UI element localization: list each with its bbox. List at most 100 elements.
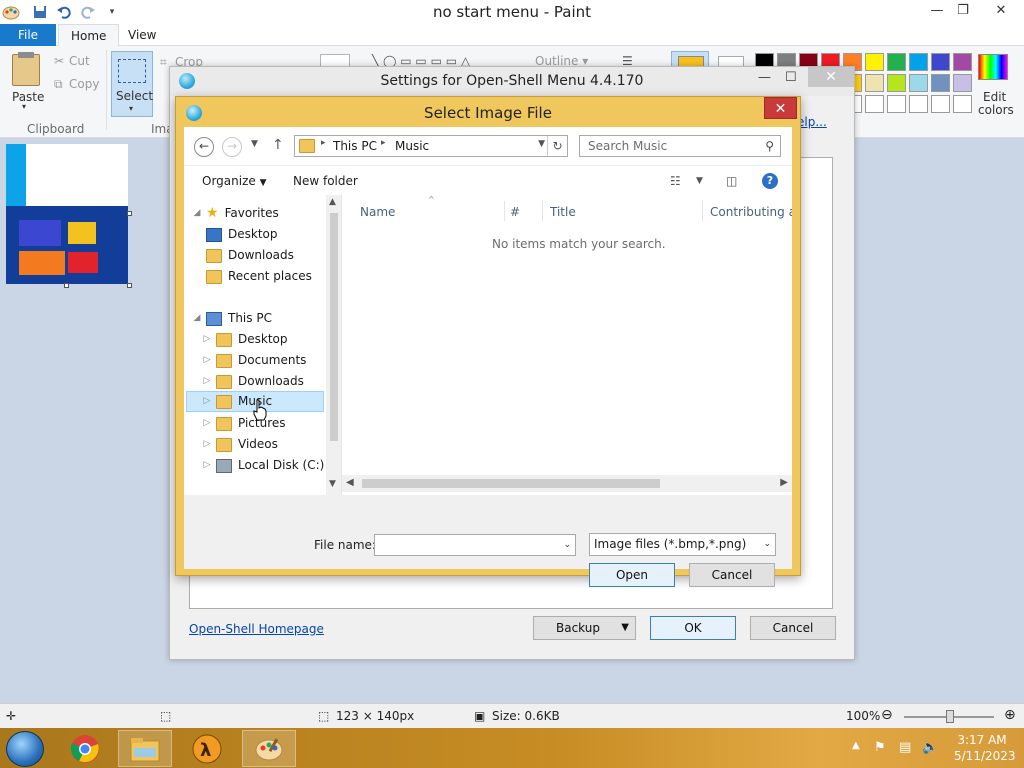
zoom-out-icon[interactable]: ⊖ (881, 707, 893, 723)
paste-button[interactable]: Paste (12, 90, 44, 104)
file-type-dropdown-icon[interactable]: ⌄ (763, 534, 771, 555)
action-center-flag-icon[interactable]: ⚑ (874, 740, 886, 755)
color-swatch[interactable] (909, 53, 928, 71)
up-arrow-icon[interactable]: ↑ (272, 137, 284, 153)
file-list-scrollbar[interactable]: ◀ ▶ (342, 475, 792, 492)
edit-colors-label-line2[interactable]: colors (978, 103, 1014, 117)
color-swatch[interactable] (865, 74, 884, 92)
column-contributing-artists[interactable]: Contributing art (710, 205, 792, 219)
color-swatch[interactable] (887, 53, 906, 71)
color-swatch[interactable] (953, 74, 972, 92)
cut-button[interactable]: Cut (69, 54, 90, 68)
settings-maximize-button[interactable]: ☐ (785, 70, 797, 85)
expand-chevron-icon[interactable]: ▷ (202, 413, 212, 434)
chrome-taskbar-icon[interactable] (58, 730, 112, 767)
color-swatch[interactable] (953, 53, 972, 71)
restore-button[interactable]: ❐ (946, 0, 980, 22)
preview-pane-icon[interactable]: ◫ (726, 174, 737, 188)
expand-chevron-icon[interactable]: ▷ (202, 329, 212, 350)
tree-favorites[interactable]: ◢ ★ Favorites (192, 203, 279, 224)
expand-chevron-icon[interactable]: ▷ (202, 434, 212, 455)
cut-icon[interactable]: ✂ (54, 54, 64, 68)
color-swatch[interactable] (931, 74, 950, 92)
tree-pc-documents[interactable]: ▷ Documents (202, 350, 306, 371)
dialog-close-button[interactable]: ✕ (764, 97, 797, 119)
refresh-icon[interactable]: ↻ (547, 136, 567, 156)
expand-chevron-icon[interactable]: ▷ (202, 371, 212, 392)
address-bar[interactable]: ▸ This PC ▸ Music ▼ ↻ (294, 135, 568, 157)
tree-fav-desktop[interactable]: Desktop (206, 224, 278, 245)
organize-menu[interactable]: Organize ▼ (202, 174, 267, 188)
tab-home[interactable]: Home (58, 24, 120, 47)
color-swatch[interactable] (931, 53, 950, 71)
network-icon[interactable]: ▤ (899, 740, 911, 755)
search-icon[interactable]: ⚲ (765, 136, 774, 156)
resize-handle-bottom[interactable] (64, 283, 69, 288)
edit-colors-label-line1[interactable]: Edit (983, 90, 1006, 104)
tree-pc-desktop[interactable]: ▷ Desktop (202, 329, 288, 350)
tree-this-pc[interactable]: ◢ This PC (192, 308, 272, 329)
scroll-right-icon[interactable]: ▶ (780, 477, 788, 488)
taskbar-clock[interactable]: 3:17 AM 5/11/2023 (954, 732, 1016, 764)
expand-chevron-icon[interactable]: ▷ (202, 391, 212, 412)
color-swatch[interactable] (909, 95, 928, 113)
zoom-slider-thumb[interactable] (946, 710, 954, 723)
backup-button[interactable]: Backup ▼ (533, 616, 636, 640)
column-number[interactable]: # (510, 205, 520, 219)
help-link[interactable]: elp... (797, 115, 827, 129)
tree-fav-recent-places[interactable]: Recent places (206, 266, 312, 287)
file-explorer-taskbar-icon[interactable] (118, 730, 172, 767)
settings-cancel-button[interactable]: Cancel (750, 616, 836, 640)
show-hidden-icons[interactable]: ▲ (852, 740, 860, 751)
file-menu[interactable]: File (0, 24, 56, 46)
dialog-cancel-button[interactable]: Cancel (689, 563, 775, 587)
open-shell-homepage-link[interactable]: Open-Shell Homepage (189, 622, 324, 636)
close-button[interactable]: ✕ (984, 0, 1018, 22)
column-divider[interactable] (702, 201, 703, 221)
file-list-scroll-thumb[interactable] (362, 479, 660, 488)
file-list-pane[interactable]: ^ Name # Title Contributing art No items… (342, 195, 792, 495)
scroll-down-icon[interactable]: ▼ (329, 479, 336, 489)
settings-close-button[interactable]: ✕ (808, 67, 854, 87)
new-folder-button[interactable]: New folder (293, 174, 358, 188)
breadcrumb-this-pc[interactable]: This PC (333, 139, 377, 153)
tree-pc-videos[interactable]: ▷ Videos (202, 434, 278, 455)
scroll-left-icon[interactable]: ◀ (346, 477, 354, 488)
half-life-taskbar-icon[interactable]: λ (180, 730, 234, 767)
copy-button[interactable]: Copy (69, 77, 99, 91)
collapse-chevron-icon[interactable]: ◢ (192, 203, 202, 224)
tree-pc-local-disk[interactable]: ▷ Local Disk (C:) (202, 455, 324, 476)
forward-arrow-icon[interactable]: → (222, 137, 242, 157)
tree-pc-pictures[interactable]: ▷ Pictures (202, 413, 286, 434)
nav-pane-scroll-thumb[interactable] (330, 213, 338, 441)
copy-icon[interactable]: ⧉ (54, 77, 63, 92)
zoom-in-icon[interactable]: ⊕ (1004, 707, 1016, 723)
open-button[interactable]: Open (589, 563, 675, 587)
file-name-dropdown-icon[interactable]: ⌄ (563, 535, 571, 555)
paste-dropdown-icon[interactable]: ▾ (22, 102, 26, 111)
ok-button[interactable]: OK (650, 616, 736, 640)
scroll-up-icon[interactable]: ▲ (329, 197, 336, 207)
canvas-image[interactable] (6, 144, 128, 284)
volume-muted-icon[interactable]: 🔈 (922, 740, 938, 755)
edit-colors-icon[interactable] (978, 54, 1008, 80)
breadcrumb-music[interactable]: Music (395, 139, 429, 153)
settings-minimize-button[interactable]: — (758, 70, 771, 85)
tree-pc-downloads[interactable]: ▷ Downloads (202, 371, 304, 392)
color-swatch[interactable] (865, 53, 884, 71)
resize-handle-corner[interactable] (127, 283, 132, 288)
expand-chevron-icon[interactable]: ▷ (202, 455, 212, 476)
tree-fav-downloads[interactable]: Downloads (206, 245, 294, 266)
color-swatch[interactable] (931, 95, 950, 113)
change-view-icon[interactable]: ☷ (670, 174, 681, 188)
column-name[interactable]: Name (360, 205, 395, 219)
color-swatch[interactable] (887, 95, 906, 113)
column-title[interactable]: Title (550, 205, 576, 219)
expand-chevron-icon[interactable]: ▷ (202, 350, 212, 371)
start-button[interactable] (6, 731, 44, 767)
crop-icon[interactable]: ⌗ (160, 55, 167, 70)
nav-pane-scrollbar[interactable]: ▲ ▼ (326, 195, 341, 495)
select-button[interactable]: Select ▾ (111, 51, 153, 117)
tab-view[interactable]: View (116, 24, 168, 47)
color-swatch[interactable] (887, 74, 906, 92)
